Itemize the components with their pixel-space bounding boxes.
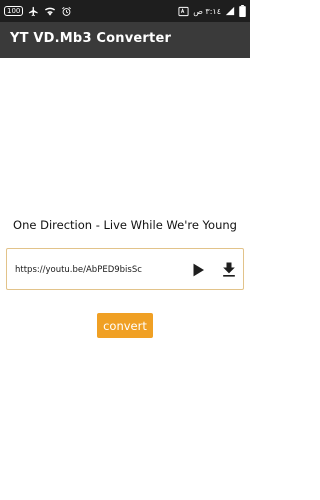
status-bar: 100 ٣:١٤ ص xyxy=(0,0,250,22)
convert-button[interactable]: convert xyxy=(97,313,153,338)
translate-icon xyxy=(178,6,189,17)
play-button[interactable] xyxy=(189,261,207,279)
status-time: ٣:١٤ ص xyxy=(193,6,221,16)
wifi-icon xyxy=(44,6,56,17)
status-left: 100 xyxy=(4,4,72,18)
url-input-container xyxy=(6,248,244,290)
download-button[interactable] xyxy=(219,260,239,280)
battery-status-icon xyxy=(239,5,246,17)
url-input[interactable] xyxy=(15,262,175,278)
download-icon xyxy=(219,260,239,280)
play-icon xyxy=(189,261,207,279)
app-title: YT VD.Mb3 Converter xyxy=(10,31,172,46)
app-bar: YT VD.Mb3 Converter xyxy=(0,22,250,58)
battery-level-badge: 100 xyxy=(4,6,24,16)
video-title: One Direction - Live While We're Young xyxy=(13,218,237,232)
signal-icon xyxy=(225,6,235,16)
alarm-icon xyxy=(61,6,72,17)
airplane-icon xyxy=(28,6,39,17)
status-right: ٣:١٤ ص xyxy=(178,4,246,18)
